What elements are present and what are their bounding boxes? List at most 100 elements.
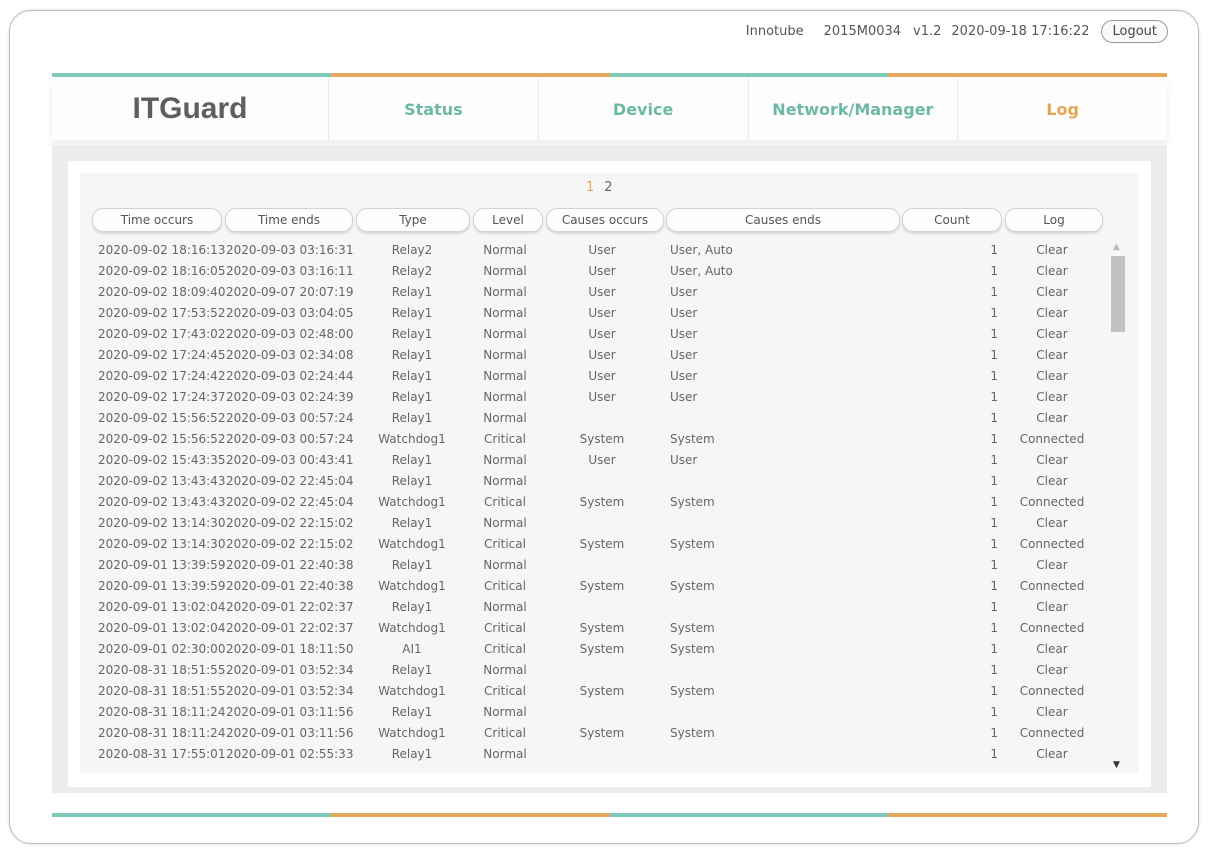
- time-ends-cell: 2020-09-02 22:15:02: [226, 537, 354, 551]
- nav-network-manager[interactable]: Network/Manager: [749, 78, 959, 140]
- main-nav: ITGuard Status Device Network/Manager Lo…: [52, 78, 1167, 140]
- table-row[interactable]: 2020-09-02 17:43:02 2020-09-03 02:48:00 Re…: [92, 324, 1107, 345]
- count-cell: 1: [990, 390, 998, 404]
- table-row[interactable]: 2020-09-02 18:16:05 2020-09-03 03:16:11 Re…: [92, 261, 1107, 282]
- table-row[interactable]: 2020-09-02 15:56:52 2020-09-03 00:57:24 Wa…: [92, 429, 1107, 450]
- col-log[interactable]: Log: [1005, 208, 1103, 232]
- time-occurs-cell: 2020-09-02 15:56:52: [98, 432, 226, 446]
- table-row[interactable]: 2020-09-01 02:30:00 2020-09-01 18:11:50 AI…: [92, 639, 1107, 660]
- time-occurs-cell: 2020-09-02 17:53:52: [98, 306, 226, 320]
- causes-occurs-cell: System: [579, 621, 625, 635]
- table-row[interactable]: 2020-09-02 17:24:42 2020-09-03 02:24:44 Re…: [92, 366, 1107, 387]
- scroll-thumb[interactable]: [1111, 256, 1125, 332]
- table-row[interactable]: 2020-08-31 18:51:55 2020-09-01 03:52:34 Wa…: [92, 681, 1107, 702]
- page-1-link[interactable]: 1: [586, 180, 594, 195]
- table-row[interactable]: 2020-09-01 13:02:04 2020-09-01 22:02:37 Re…: [92, 597, 1107, 618]
- causes-ends-cell: System: [670, 621, 715, 635]
- nav-log[interactable]: Log: [958, 78, 1167, 140]
- table-row[interactable]: 2020-09-02 17:24:45 2020-09-03 02:34:08 Re…: [92, 345, 1107, 366]
- col-causes-occurs[interactable]: Causes occurs: [546, 208, 664, 232]
- time-ends-cell: 2020-09-01 22:02:37: [226, 621, 354, 635]
- causes-occurs-cell: System: [579, 642, 625, 656]
- table-row[interactable]: 2020-09-02 18:16:13 2020-09-03 03:16:31 Re…: [92, 240, 1107, 261]
- log-cell: Clear: [1036, 411, 1068, 425]
- table-row[interactable]: 2020-09-02 15:56:52 2020-09-03 00:57:24 Re…: [92, 408, 1107, 429]
- causes-occurs-cell: System: [579, 537, 625, 551]
- type-cell: Watchdog1: [378, 621, 446, 635]
- causes-ends-cell: System: [670, 432, 715, 446]
- count-cell: 1: [990, 516, 998, 530]
- table-row[interactable]: 2020-09-01 13:39:59 2020-09-01 22:40:38 Re…: [92, 555, 1107, 576]
- scroll-down-icon[interactable]: ▼: [1113, 760, 1120, 770]
- table-row[interactable]: 2020-09-02 13:14:30 2020-09-02 22:15:02 Re…: [92, 513, 1107, 534]
- table-row[interactable]: 2020-09-02 13:43:43 2020-09-02 22:45:04 Wa…: [92, 492, 1107, 513]
- level-cell: Normal: [483, 243, 527, 257]
- time-occurs-cell: 2020-09-02 17:24:45: [98, 348, 226, 362]
- col-count[interactable]: Count: [902, 208, 1002, 232]
- causes-ends-cell: System: [670, 579, 715, 593]
- count-cell: 1: [990, 747, 998, 761]
- level-cell: Critical: [484, 684, 526, 698]
- scrollbar[interactable]: ▲ ▼: [1109, 240, 1127, 772]
- table-row[interactable]: 2020-09-02 18:09:40 2020-09-07 20:07:19 Re…: [92, 282, 1107, 303]
- level-cell: Normal: [483, 516, 527, 530]
- level-cell: Normal: [483, 327, 527, 341]
- col-causes-ends[interactable]: Causes ends: [666, 208, 900, 232]
- time-occurs-cell: 2020-08-31 18:11:24: [98, 705, 226, 719]
- type-cell: Watchdog1: [378, 726, 446, 740]
- table-row[interactable]: 2020-09-02 17:24:37 2020-09-03 02:24:39 Re…: [92, 387, 1107, 408]
- causes-ends-cell: System: [670, 537, 715, 551]
- type-cell: Relay1: [391, 348, 433, 362]
- time-ends-cell: 2020-09-01 02:55:33: [226, 747, 354, 761]
- level-cell: Normal: [483, 600, 527, 614]
- table-row[interactable]: 2020-09-02 15:43:35 2020-09-03 00:43:41 Re…: [92, 450, 1107, 471]
- time-ends-cell: 2020-09-01 22:40:38: [226, 558, 354, 572]
- causes-occurs-cell: System: [579, 495, 625, 509]
- level-cell: Normal: [483, 369, 527, 383]
- level-cell: Normal: [483, 705, 527, 719]
- time-ends-cell: 2020-09-02 22:15:02: [226, 516, 354, 530]
- col-level[interactable]: Level: [473, 208, 543, 232]
- log-cell: Clear: [1036, 348, 1068, 362]
- table-row[interactable]: 2020-09-02 13:43:43 2020-09-02 22:45:04 Re…: [92, 471, 1107, 492]
- time-ends-cell: 2020-09-01 03:11:56: [226, 726, 354, 740]
- col-type[interactable]: Type: [356, 208, 470, 232]
- logout-button[interactable]: Logout: [1101, 19, 1168, 43]
- nav-status[interactable]: Status: [329, 78, 539, 140]
- type-cell: Relay1: [391, 705, 433, 719]
- table-row[interactable]: 2020-09-01 13:02:04 2020-09-01 22:02:37 Wa…: [92, 618, 1107, 639]
- time-ends-cell: 2020-09-03 02:34:08: [226, 348, 354, 362]
- table-row[interactable]: 2020-08-31 18:11:24 2020-09-01 03:11:56 Re…: [92, 702, 1107, 723]
- level-cell: Normal: [483, 390, 527, 404]
- table-row[interactable]: 2020-08-31 18:11:24 2020-09-01 03:11:56 Wa…: [92, 723, 1107, 744]
- scroll-up-icon[interactable]: ▲: [1113, 242, 1120, 252]
- causes-occurs-cell: User: [588, 390, 616, 404]
- level-cell: Normal: [483, 285, 527, 299]
- count-cell: 1: [990, 369, 998, 383]
- causes-ends-cell: User: [670, 369, 698, 383]
- causes-occurs-cell: User: [588, 453, 616, 467]
- table-row[interactable]: 2020-08-31 18:51:55 2020-09-01 03:52:34 Re…: [92, 660, 1107, 681]
- log-cell: Clear: [1036, 642, 1068, 656]
- log-cell: Connected: [1019, 432, 1085, 446]
- type-cell: AI1: [402, 642, 422, 656]
- table-row[interactable]: 2020-09-01 13:39:59 2020-09-01 22:40:38 Wa…: [92, 576, 1107, 597]
- time-occurs-cell: 2020-09-01 13:02:04: [98, 600, 226, 614]
- time-occurs-cell: 2020-09-01 13:39:59: [98, 579, 226, 593]
- count-cell: 1: [990, 432, 998, 446]
- nav-device[interactable]: Device: [539, 78, 749, 140]
- table-row[interactable]: 2020-08-31 17:55:01 2020-09-01 02:55:33 Re…: [92, 744, 1107, 765]
- time-ends-cell: 2020-09-03 02:24:39: [226, 390, 354, 404]
- type-cell: Watchdog1: [378, 495, 446, 509]
- col-time-occurs[interactable]: Time occurs: [92, 208, 222, 232]
- table-row[interactable]: 2020-09-02 17:53:52 2020-09-03 03:04:05 Re…: [92, 303, 1107, 324]
- col-time-ends[interactable]: Time ends: [225, 208, 353, 232]
- causes-ends-cell: System: [670, 495, 715, 509]
- log-cell: Clear: [1036, 264, 1068, 278]
- time-occurs-cell: 2020-09-02 15:43:35: [98, 453, 226, 467]
- log-cell: Clear: [1036, 558, 1068, 572]
- log-rows: 2020-09-02 18:16:13 2020-09-03 03:16:31 Re…: [92, 240, 1107, 772]
- type-cell: Relay1: [391, 474, 433, 488]
- page-2-link[interactable]: 2: [604, 180, 612, 195]
- table-row[interactable]: 2020-09-02 13:14:30 2020-09-02 22:15:02 Wa…: [92, 534, 1107, 555]
